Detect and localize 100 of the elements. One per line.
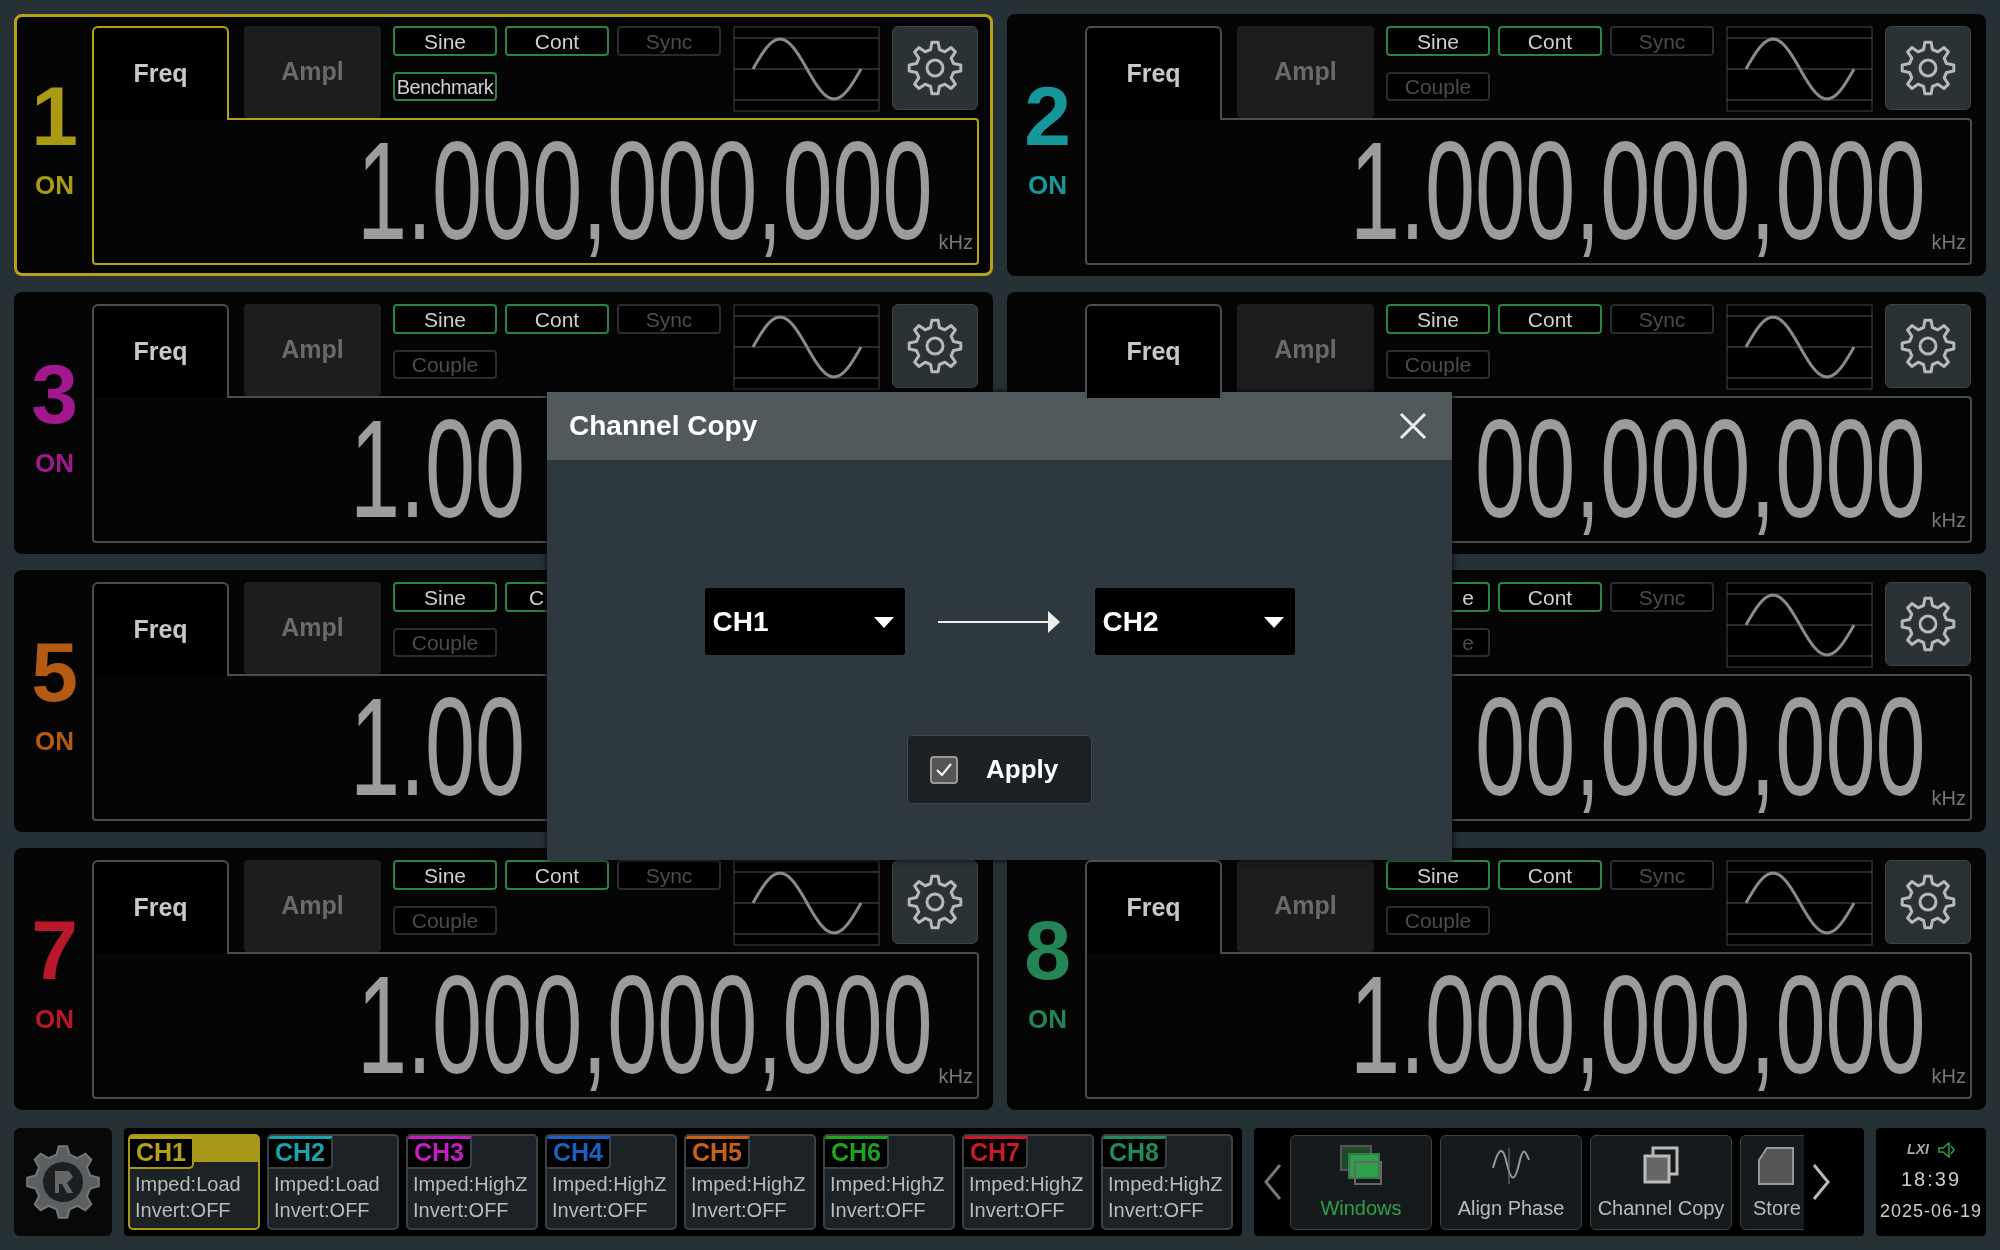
function-button[interactable]: Store: [1740, 1134, 1804, 1230]
parameter-tab[interactable]: Freq: [92, 582, 229, 676]
channel-card[interactable]: CH7 Imped:HighZ Invert:OFF: [962, 1134, 1094, 1230]
channel-state: ON: [35, 728, 74, 754]
unit-label: kHz: [1931, 230, 1966, 255]
channel-card[interactable]: CH2 Imped:Load Invert:OFF: [267, 1134, 399, 1230]
invert-text: Invert:OFF: [690, 1198, 787, 1223]
clock-time: 18:39: [1900, 1167, 1962, 1192]
function-label: Align Phase: [1457, 1195, 1565, 1221]
mode-button[interactable]: Cont: [1498, 582, 1602, 612]
channel-card[interactable]: CH8 Imped:HighZ Invert:OFF: [1101, 1134, 1233, 1230]
channel-card[interactable]: CH1 Imped:Load Invert:OFF: [128, 1134, 260, 1230]
invert-text: Invert:OFF: [134, 1198, 231, 1223]
mode-button[interactable]: Sine: [393, 26, 497, 56]
unit-label: kHz: [1931, 786, 1966, 811]
function-label: Channel Copy: [1597, 1195, 1725, 1221]
channel-state: ON: [35, 450, 74, 476]
clock-date: 2025-06-19: [1879, 1200, 1983, 1223]
mode-button[interactable]: Sine: [1386, 26, 1490, 56]
mode-button[interactable]: Cont: [505, 26, 609, 56]
channel-state: ON: [35, 1006, 74, 1032]
channel-state: ON: [1028, 1006, 1067, 1032]
settings-button[interactable]: [1885, 582, 1971, 666]
function-button[interactable]: Align Phase: [1440, 1134, 1582, 1230]
channel-label: CH5: [686, 1136, 750, 1169]
speaker-icon: [1936, 1141, 1955, 1158]
impedance-text: Imped:Load: [134, 1172, 241, 1197]
mode-button[interactable]: Cont: [505, 304, 609, 334]
invert-text: Invert:OFF: [1107, 1198, 1204, 1223]
channel-number: 2: [1024, 74, 1071, 158]
windows-icon: [1339, 1143, 1383, 1186]
channel-dropdown[interactable]: CH2: [1094, 588, 1295, 655]
mode-button[interactable]: Sine: [1386, 860, 1490, 890]
mode-button[interactable]: Benchmark: [393, 72, 497, 101]
frequency-value: 1.00: [350, 676, 526, 819]
mode-button[interactable]: Sine: [393, 304, 497, 334]
channel-number: 3: [31, 352, 78, 436]
frequency-value: 1.000,000,000: [357, 120, 933, 263]
unit-label: kHz: [938, 230, 973, 255]
mode-button[interactable]: Cont: [1498, 860, 1602, 890]
parameter-tab[interactable]: Freq: [92, 304, 229, 398]
channel-label: CH7: [964, 1136, 1028, 1169]
channel-label: CH2: [269, 1136, 333, 1169]
invert-text: Invert:OFF: [412, 1198, 509, 1223]
impedance-text: Imped:HighZ: [690, 1172, 806, 1197]
settings-button[interactable]: [1885, 304, 1971, 388]
settings-button[interactable]: [892, 26, 978, 110]
channel-card[interactable]: CH6 Imped:HighZ Invert:OFF: [823, 1134, 955, 1230]
mode-button[interactable]: Cont: [1498, 304, 1602, 334]
parameter-tab[interactable]: Freq: [1085, 304, 1222, 398]
parameter-tab[interactable]: Freq: [92, 860, 229, 954]
settings-button[interactable]: [1885, 26, 1971, 110]
settings-icon: [1900, 318, 1956, 374]
impedance-text: Imped:HighZ: [412, 1172, 528, 1197]
mode-button[interactable]: Sine: [1386, 304, 1490, 334]
channel-number: 7: [31, 908, 78, 992]
mode-button[interactable]: Cont: [1498, 26, 1602, 56]
checkbox[interactable]: [930, 755, 958, 784]
mode-button[interactable]: Cont: [505, 860, 609, 890]
impedance-text: Imped:HighZ: [1107, 1172, 1223, 1197]
settings-button[interactable]: [892, 860, 978, 944]
invert-text: Invert:OFF: [551, 1198, 648, 1223]
channel-dropdown[interactable]: CH1: [704, 588, 905, 655]
impedance-text: Imped:HighZ: [551, 1172, 667, 1197]
unit-label: kHz: [1931, 508, 1966, 533]
channel-card[interactable]: CH3 Imped:HighZ Invert:OFF: [406, 1134, 538, 1230]
settings-button[interactable]: [1885, 860, 1971, 944]
channel-number: 8: [1024, 908, 1071, 992]
settings-button[interactable]: [892, 304, 978, 388]
mode-button[interactable]: Sine: [393, 582, 497, 612]
apply-button[interactable]: Apply: [907, 735, 1092, 804]
channel-card[interactable]: CH4 Imped:HighZ Invert:OFF: [545, 1134, 677, 1230]
gear-logo-icon: [25, 1144, 101, 1220]
channel-state: ON: [35, 172, 74, 198]
frequency-value: 1.000,000,000: [1350, 954, 1926, 1097]
invert-text: Invert:OFF: [273, 1198, 370, 1223]
impedance-text: Imped:HighZ: [829, 1172, 945, 1197]
frequency-value: 00,000,000: [1475, 398, 1926, 541]
invert-text: Invert:OFF: [829, 1198, 926, 1223]
lxi-label: LXI: [1907, 1140, 1929, 1159]
channel-state: ON: [1028, 172, 1067, 198]
close-icon: [1398, 411, 1428, 441]
function-button[interactable]: Windows: [1290, 1134, 1432, 1230]
settings-icon: [907, 318, 963, 374]
channel-card[interactable]: CH5 Imped:HighZ Invert:OFF: [684, 1134, 816, 1230]
dialog-title: Channel Copy: [569, 409, 758, 443]
frequency-value: 00,000,000: [1475, 676, 1926, 819]
channel-number: 5: [31, 630, 78, 714]
parameter-tab[interactable]: Freq: [92, 26, 229, 120]
channel-number: 1: [31, 74, 78, 158]
parameter-tab[interactable]: Freq: [1085, 860, 1222, 954]
caret-icon: [1262, 614, 1285, 629]
impedance-text: Imped:Load: [273, 1172, 380, 1197]
invert-text: Invert:OFF: [968, 1198, 1065, 1223]
unit-label: kHz: [938, 1064, 973, 1089]
mode-button[interactable]: Sine: [393, 860, 497, 890]
function-button[interactable]: Channel Copy: [1590, 1134, 1732, 1230]
channel-label: CH8: [1103, 1136, 1167, 1169]
parameter-tab[interactable]: Freq: [1085, 26, 1222, 120]
impedance-text: Imped:HighZ: [968, 1172, 1084, 1197]
